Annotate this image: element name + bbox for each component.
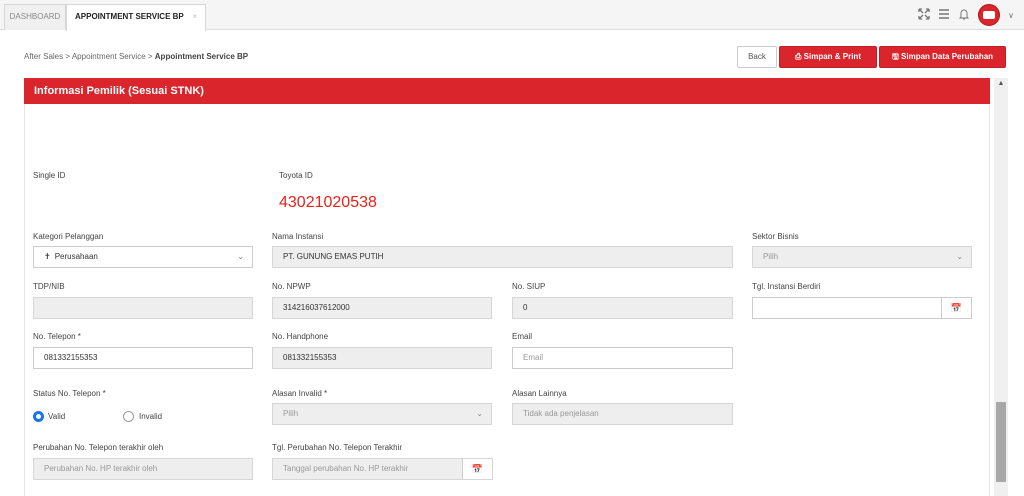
email-field[interactable]: Email [512,347,733,369]
tgl-instansi-label: Tgl. Instansi Berdiri [752,282,821,291]
radio-valid-label[interactable]: Valid [48,412,65,421]
status-telepon-label: Status No. Telepon * [33,389,106,398]
handphone-label: No. Handphone [272,332,329,341]
section-title: Informasi Pemilik (Sesuai STNK) [24,78,990,104]
floppy-icon: 🖫 [891,52,899,61]
breadcrumb: After Sales > Appointment Service > Appo… [24,52,248,61]
chevron-down-icon: ⌄ [237,252,244,261]
tab-appointment-service-bp[interactable]: APPOINTMENT SERVICE BP × [66,4,206,31]
sektor-placeholder: Pilih [763,252,779,261]
alasan-lainnya-field[interactable]: Tidak ada penjelasan [512,403,733,425]
content-frame [24,78,990,496]
handphone-field[interactable]: 081332155353 [272,347,492,369]
sektor-bisnis-select[interactable]: Pilih ⌄ [752,246,972,268]
tdp-label: TDP/NIB [33,282,65,291]
radio-valid[interactable] [33,411,44,422]
calendar-icon[interactable]: 📅 [462,459,492,479]
tab-bar: DASHBOARD APPOINTMENT SERVICE BP × ∨ [0,0,1024,31]
sektor-bisnis-label: Sektor Bisnis [752,232,799,241]
tgl-instansi-field[interactable]: 📅 [752,297,972,319]
bell-icon[interactable] [958,8,970,23]
chevron-down-icon: ⌄ [956,252,963,261]
toyota-id-value: 43021020538 [279,194,377,211]
tdp-field[interactable] [33,297,253,319]
expand-icon[interactable] [918,7,930,23]
breadcrumb-after-sales[interactable]: After Sales [24,52,63,61]
telepon-field[interactable]: 081332155353 [33,347,253,369]
alasan-invalid-label: Alasan Invalid * [272,389,328,398]
back-button[interactable]: Back [737,46,777,68]
tgl-perubahan-label: Tgl. Perubahan No. Telepon Terakhir [272,443,403,452]
top-right-icons: ∨ [918,4,1014,26]
calendar-icon[interactable]: 📅 [941,298,971,318]
scrollbar-thumb[interactable] [996,402,1006,482]
save-changes-button[interactable]: 🖫 Simpan Data Perubahan [879,46,1006,68]
printer-icon: ⎙ [795,52,802,61]
nama-instansi-label: Nama Instansi [272,232,324,241]
siup-field[interactable]: 0 [512,297,733,319]
save-print-button[interactable]: ⎙ Simpan & Print [779,46,877,68]
kategori-label: Kategori Pelanggan [33,232,104,241]
scrollbar[interactable]: ▲ [994,78,1008,496]
tgl-perubahan-field[interactable]: Tanggal perubahan No. HP terakhir 📅 [272,458,493,480]
perubahan-field[interactable]: Perubahan No. HP terakhir oleh [33,458,253,480]
car-icon [983,11,996,19]
kategori-select[interactable]: ✝ Perusahaan ⌄ [33,246,253,268]
avatar[interactable] [978,4,1001,26]
breadcrumb-separator: > [145,52,155,61]
menu-icon[interactable] [938,8,950,23]
kategori-value: Perusahaan [54,252,98,261]
siup-label: No. SIUP [512,282,546,291]
npwp-field[interactable]: 314216037612000 [272,297,492,319]
chevron-down-icon: ⌄ [476,409,483,418]
save-print-label: Simpan & Print [803,52,861,61]
scroll-up-arrow[interactable]: ▲ [994,80,1008,87]
building-icon: ✝ [44,252,51,261]
alasan-invalid-select[interactable]: Pilih ⌄ [272,403,492,425]
tab-label: APPOINTMENT SERVICE BP [75,12,184,21]
breadcrumb-appointment-service[interactable]: Appointment Service [72,52,146,61]
save-changes-label: Simpan Data Perubahan [901,52,994,61]
close-icon[interactable]: × [192,5,197,29]
radio-invalid[interactable] [123,411,134,422]
radio-invalid-label[interactable]: Invalid [139,412,162,421]
alasan-lainnya-label: Alasan Lainnya [512,389,567,398]
email-label: Email [512,332,533,341]
nama-instansi-field[interactable]: PT. GUNUNG EMAS PUTIH [272,246,733,268]
chevron-down-icon[interactable]: ∨ [1008,11,1014,20]
tgl-perubahan-placeholder: Tanggal perubahan No. HP terakhir [283,464,409,473]
single-id-label: Single ID [33,171,66,180]
breadcrumb-current: Appointment Service BP [154,52,249,61]
breadcrumb-separator: > [63,52,72,61]
npwp-label: No. NPWP [272,282,311,291]
alasan-invalid-placeholder: Pilih [283,409,299,418]
toyota-id-label: Toyota ID [279,171,313,180]
tab-dashboard[interactable]: DASHBOARD [4,4,66,30]
perubahan-label: Perubahan No. Telepon terakhir oleh [33,443,164,452]
telepon-label: No. Telepon * [33,332,81,341]
